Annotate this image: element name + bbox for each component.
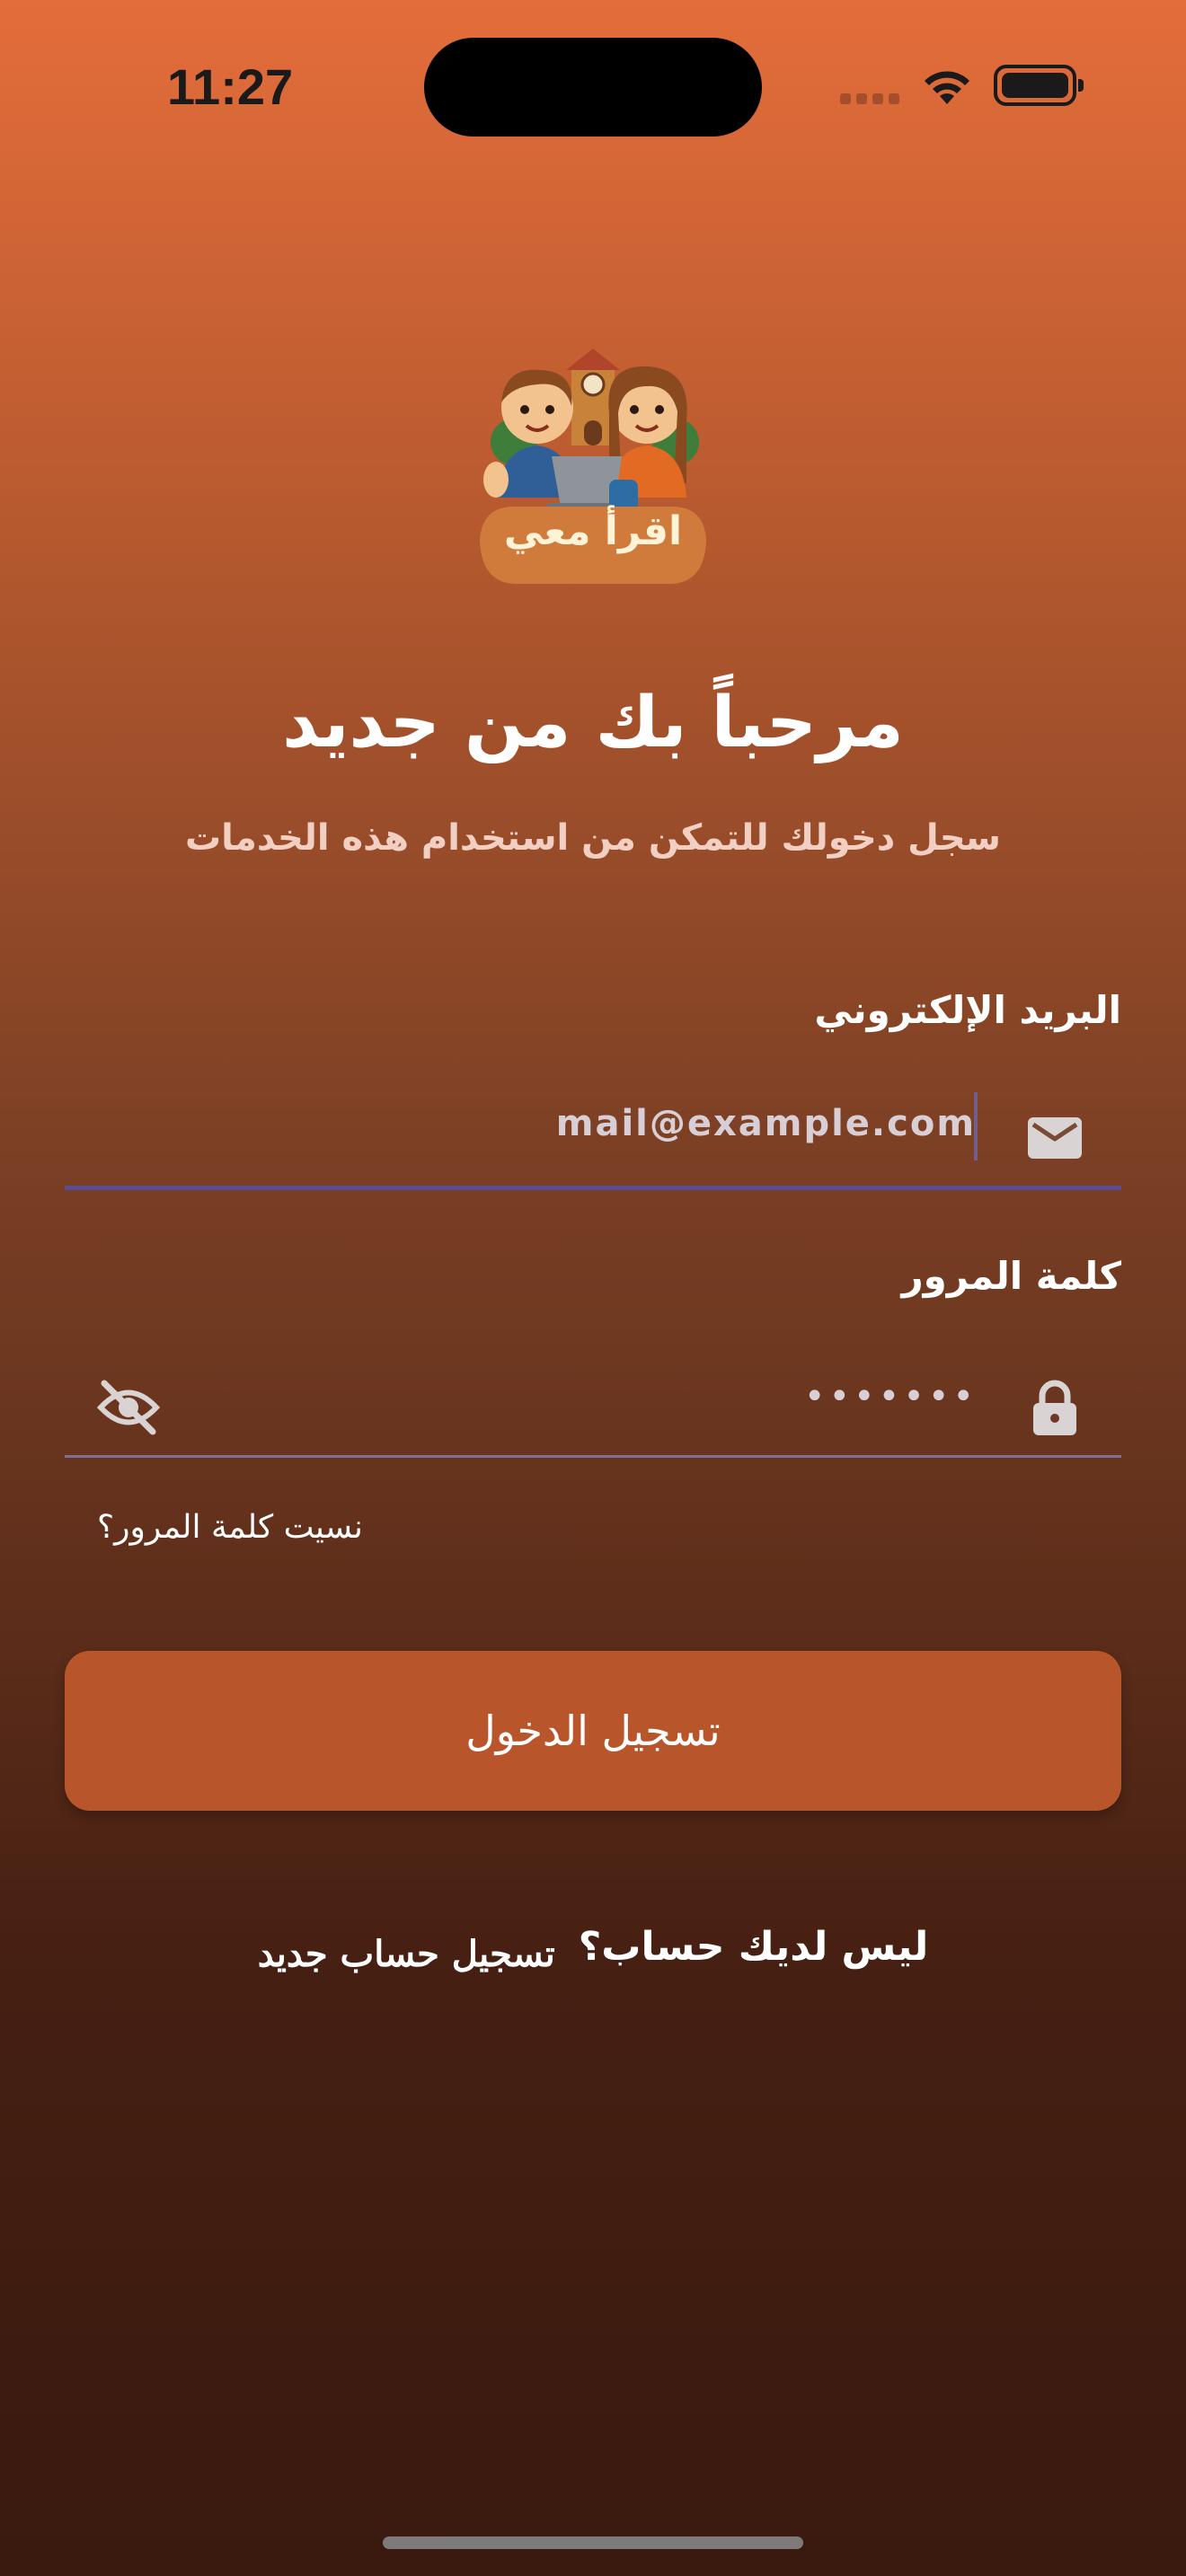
page-subtitle: سجل دخولك للتمكن من استخدام هذه الخدمات — [184, 817, 1002, 859]
password-label: كلمة المرور — [901, 1254, 1121, 1298]
eye-off-icon[interactable] — [97, 1378, 160, 1437]
text-caret — [974, 1092, 978, 1160]
mail-icon — [1028, 1117, 1082, 1159]
email-label: البريد الإلكتروني — [814, 988, 1121, 1032]
login-button[interactable]: تسجيل الدخول — [65, 1651, 1121, 1811]
battery-icon — [994, 65, 1084, 106]
email-input[interactable] — [255, 1096, 978, 1151]
lock-icon — [1033, 1380, 1076, 1435]
status-time: 11:27 — [167, 58, 294, 115]
page-title: مرحباً بك من جديد — [282, 683, 904, 763]
dynamic-island — [424, 38, 762, 137]
password-field-container[interactable]: ••••••• — [65, 1347, 1121, 1458]
no-account-text: ليس لديك حساب؟ — [578, 1924, 929, 1970]
signup-link[interactable]: تسجيل حساب جديد — [258, 1924, 555, 1975]
wifi-icon — [925, 71, 969, 104]
signup-row: ليس لديك حساب؟ تسجيل حساب جديد — [0, 1924, 1186, 1975]
logo-text: اقرأ معي — [503, 508, 683, 554]
signal-icon — [840, 93, 903, 106]
app-logo: اقرأ معي — [478, 348, 708, 584]
email-field-container[interactable] — [65, 1078, 1121, 1190]
password-input[interactable]: ••••••• — [804, 1376, 978, 1417]
forgot-password-link[interactable]: نسيت كلمة المرور؟ — [97, 1509, 363, 1546]
home-indicator[interactable] — [383, 2536, 803, 2549]
